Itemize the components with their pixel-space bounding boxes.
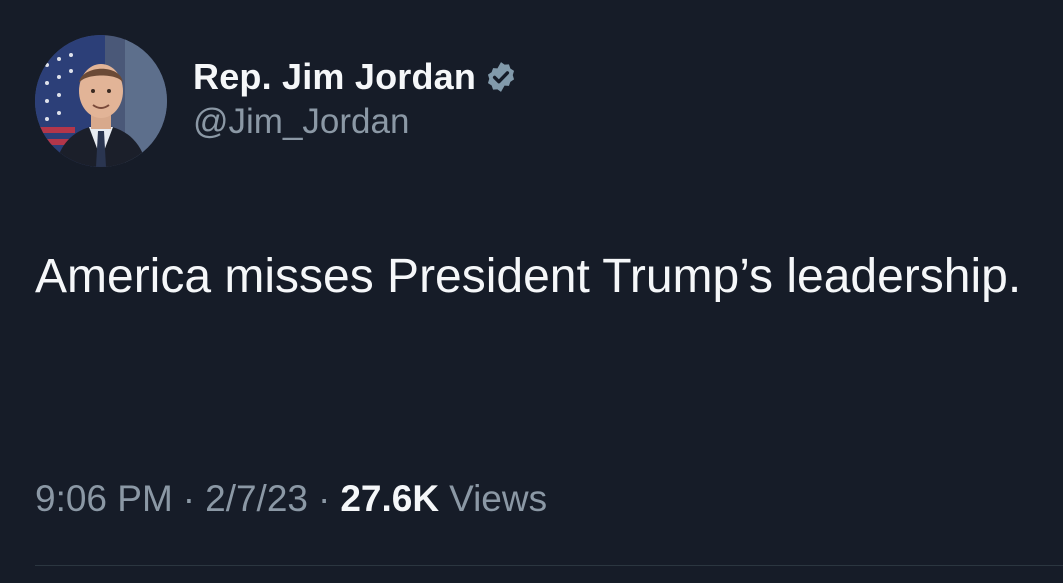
- avatar-photo: [35, 35, 167, 167]
- meta-separator: ·: [182, 478, 196, 519]
- tweet-card: Rep. Jim Jordan @Jim_Jordan America miss…: [0, 0, 1063, 583]
- views-count[interactable]: 27.6K: [340, 478, 439, 520]
- tweet-meta: 9:06 PM · 2/7/23 · 27.6K Views: [35, 478, 547, 520]
- meta-separator: ·: [318, 478, 331, 519]
- tweet-text: America misses President Trump’s leaders…: [35, 250, 1022, 303]
- views-label: Views: [449, 478, 548, 519]
- verified-badge-icon: [484, 60, 518, 94]
- tweet-header: Rep. Jim Jordan @Jim_Jordan: [35, 35, 518, 167]
- divider: [35, 565, 1063, 566]
- avatar[interactable]: [35, 35, 167, 167]
- tweet-time[interactable]: 9:06 PM: [35, 478, 173, 520]
- author-names: Rep. Jim Jordan @Jim_Jordan: [193, 56, 518, 142]
- tweet-date[interactable]: 2/7/23: [205, 478, 308, 520]
- display-name-row[interactable]: Rep. Jim Jordan: [193, 56, 518, 98]
- display-name[interactable]: Rep. Jim Jordan: [193, 56, 476, 98]
- author-handle[interactable]: @Jim_Jordan: [193, 102, 518, 142]
